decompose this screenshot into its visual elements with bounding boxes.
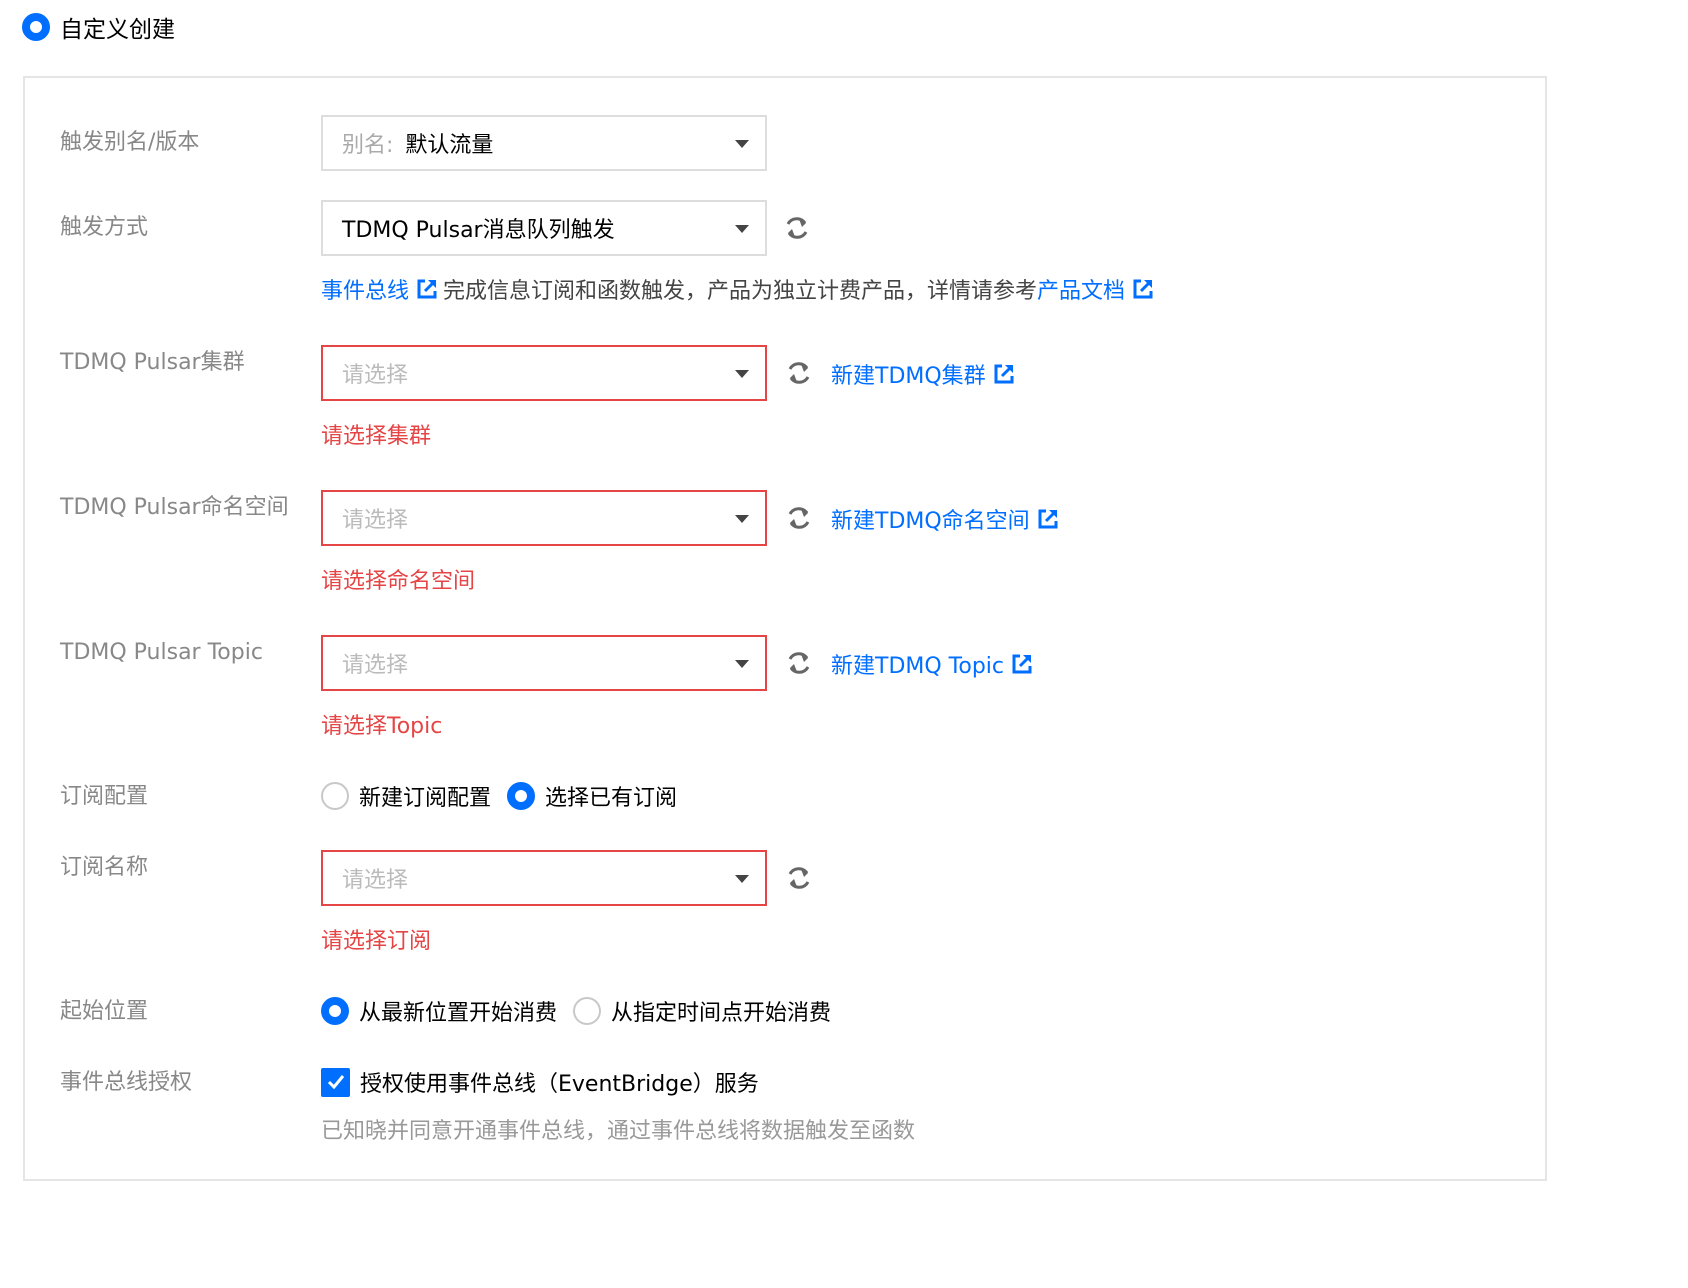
external-link-icon bbox=[994, 364, 1014, 384]
external-link-icon[interactable] bbox=[1133, 279, 1153, 299]
subscription-config-radio-group: 新建订阅配置 选择已有订阅 bbox=[321, 780, 693, 812]
radio-selected-icon[interactable] bbox=[507, 782, 536, 810]
eventbridge-auth-checkbox-row[interactable]: 授权使用事件总线（EventBridge）服务 bbox=[321, 1066, 759, 1098]
radio-unselected-icon[interactable] bbox=[573, 997, 602, 1025]
alias-value: 默认流量 bbox=[405, 133, 494, 158]
radio-latest-position-label: 从最新位置开始消费 bbox=[359, 1001, 558, 1026]
caret-down-icon bbox=[735, 875, 749, 883]
caret-down-icon bbox=[735, 370, 749, 378]
new-topic-link-text: 新建TDMQ Topic bbox=[831, 654, 1005, 679]
caret-down-icon bbox=[735, 515, 749, 523]
new-namespace-link[interactable]: 新建TDMQ命名空间 bbox=[831, 503, 1058, 535]
refresh-icon[interactable] bbox=[785, 504, 813, 532]
radio-existing-subscription[interactable]: 选择已有订阅 bbox=[507, 780, 677, 812]
alias-prefix: 别名: bbox=[342, 133, 394, 158]
custom-create-label: 自定义创建 bbox=[60, 17, 175, 43]
refresh-icon[interactable] bbox=[785, 649, 813, 677]
alias-label: 触发别名/版本 bbox=[60, 130, 200, 155]
eventbridge-auth-label: 事件总线授权 bbox=[60, 1070, 193, 1095]
trigger-help-text: 事件总线 完成信息订阅和函数触发，产品为独立计费产品，详情请参考 产品文档 bbox=[321, 273, 1159, 305]
caret-down-icon bbox=[735, 140, 749, 148]
namespace-placeholder: 请选择 bbox=[342, 508, 409, 533]
product-doc-link[interactable]: 产品文档 bbox=[1037, 273, 1125, 305]
topic-label: TDMQ Pulsar Topic bbox=[60, 640, 263, 665]
subscription-name-select[interactable]: 请选择 bbox=[321, 850, 767, 906]
new-namespace-link-text: 新建TDMQ命名空间 bbox=[831, 509, 1030, 534]
radio-selected-icon[interactable] bbox=[22, 13, 50, 41]
subscription-name-label: 订阅名称 bbox=[60, 855, 149, 880]
topic-error: 请选择Topic bbox=[321, 714, 443, 739]
subscription-name-error: 请选择订阅 bbox=[321, 929, 432, 954]
refresh-icon[interactable] bbox=[783, 214, 811, 242]
alias-select[interactable]: 别名: 默认流量 bbox=[321, 115, 767, 171]
subscription-name-placeholder: 请选择 bbox=[342, 868, 409, 893]
radio-existing-subscription-label: 选择已有订阅 bbox=[545, 786, 678, 811]
eventbridge-auth-note: 已知晓并同意开通事件总线，通过事件总线将数据触发至函数 bbox=[321, 1119, 916, 1144]
refresh-icon[interactable] bbox=[785, 359, 813, 387]
radio-unselected-icon[interactable] bbox=[321, 782, 349, 810]
new-cluster-link[interactable]: 新建TDMQ集群 bbox=[831, 358, 1014, 390]
radio-latest-position[interactable]: 从最新位置开始消费 bbox=[321, 995, 557, 1027]
help-description: 完成信息订阅和函数触发，产品为独立计费产品，详情请参考 bbox=[443, 279, 1038, 304]
new-topic-link[interactable]: 新建TDMQ Topic bbox=[831, 648, 1032, 680]
start-position-radio-group: 从最新位置开始消费 从指定时间点开始消费 bbox=[321, 995, 847, 1027]
new-cluster-link-text: 新建TDMQ集群 bbox=[831, 364, 986, 389]
radio-new-subscription-label: 新建订阅配置 bbox=[359, 786, 492, 811]
start-position-label: 起始位置 bbox=[60, 999, 149, 1024]
external-link-icon[interactable] bbox=[417, 279, 437, 299]
trigger-method-value: TDMQ Pulsar消息队列触发 bbox=[342, 218, 615, 243]
trigger-method-select[interactable]: TDMQ Pulsar消息队列触发 bbox=[321, 200, 767, 256]
checkbox-checked[interactable] bbox=[321, 1067, 350, 1097]
topic-placeholder: 请选择 bbox=[342, 653, 409, 678]
topic-select[interactable]: 请选择 bbox=[321, 635, 767, 691]
check-icon bbox=[327, 1075, 344, 1090]
namespace-label: TDMQ Pulsar命名空间 bbox=[60, 495, 289, 520]
caret-down-icon bbox=[735, 225, 749, 233]
eventbridge-link[interactable]: 事件总线 bbox=[321, 273, 409, 305]
subscription-config-label: 订阅配置 bbox=[60, 784, 149, 809]
refresh-icon[interactable] bbox=[785, 864, 813, 892]
radio-selected-icon[interactable] bbox=[321, 997, 349, 1025]
namespace-select[interactable]: 请选择 bbox=[321, 490, 767, 546]
external-link-icon bbox=[1038, 509, 1058, 529]
radio-new-subscription[interactable]: 新建订阅配置 bbox=[321, 780, 491, 812]
namespace-error: 请选择命名空间 bbox=[321, 569, 476, 594]
caret-down-icon bbox=[735, 660, 749, 668]
cluster-placeholder: 请选择 bbox=[342, 363, 409, 388]
custom-create-radio[interactable]: 自定义创建 bbox=[22, 10, 175, 44]
eventbridge-auth-checkbox-label: 授权使用事件总线（EventBridge）服务 bbox=[360, 1072, 759, 1097]
external-link-icon bbox=[1012, 654, 1032, 674]
radio-specified-time[interactable]: 从指定时间点开始消费 bbox=[573, 995, 831, 1027]
cluster-label: TDMQ Pulsar集群 bbox=[60, 350, 245, 375]
trigger-method-label: 触发方式 bbox=[60, 215, 149, 240]
cluster-select[interactable]: 请选择 bbox=[321, 345, 767, 401]
cluster-error: 请选择集群 bbox=[321, 424, 432, 449]
radio-specified-time-label: 从指定时间点开始消费 bbox=[611, 1001, 832, 1026]
